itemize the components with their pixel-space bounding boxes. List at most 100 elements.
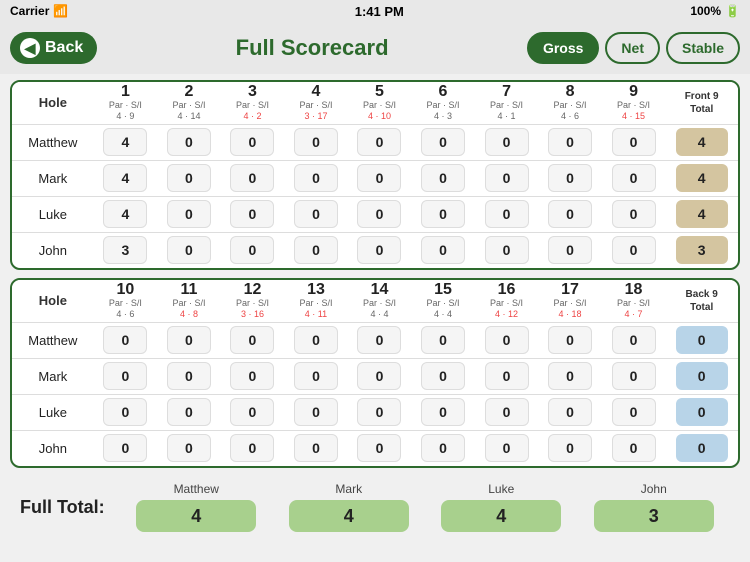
back-john-h15[interactable]: 0: [411, 430, 475, 466]
back-john-h12[interactable]: 0: [221, 430, 285, 466]
front-mark-h5[interactable]: 0: [348, 160, 412, 196]
stable-button[interactable]: Stable: [666, 32, 740, 64]
back-arrow-icon: ◀: [20, 38, 40, 58]
front-john-h5[interactable]: 0: [348, 232, 412, 268]
back-matthew-h11[interactable]: 0: [157, 322, 221, 358]
back-luke-total: 0: [665, 394, 738, 430]
front-matthew-h1[interactable]: 4: [94, 124, 158, 160]
back-matthew-h15[interactable]: 0: [411, 322, 475, 358]
front-matthew-h5[interactable]: 0: [348, 124, 412, 160]
hole-14-header: 14 Par · S/I 4 · 4: [348, 280, 412, 322]
back-mark-h15[interactable]: 0: [411, 358, 475, 394]
front-matthew-h4[interactable]: 0: [284, 124, 348, 160]
front-john-h1[interactable]: 3: [94, 232, 158, 268]
mark-full-total: 4: [289, 500, 409, 532]
back-john-h17[interactable]: 0: [538, 430, 602, 466]
back-nine-section: Hole 10 Par · S/I 4 · 6 11 Par · S/I 4 ·…: [10, 278, 740, 468]
front-john-h8[interactable]: 0: [538, 232, 602, 268]
back-luke-h18[interactable]: 0: [602, 394, 666, 430]
luke-total-section: Luke 4: [425, 482, 578, 532]
front-john-h2[interactable]: 0: [157, 232, 221, 268]
back-matthew-h10[interactable]: 0: [94, 322, 158, 358]
back-matthew-h16[interactable]: 0: [475, 322, 539, 358]
back-john-h10[interactable]: 0: [94, 430, 158, 466]
back-john-h14[interactable]: 0: [348, 430, 412, 466]
front-mark-h9[interactable]: 0: [602, 160, 666, 196]
back-luke-row: Luke 0 0 0 0 0 0 0 0 0 0: [12, 394, 738, 430]
front-mark-h1[interactable]: 4: [94, 160, 158, 196]
back-mark-h14[interactable]: 0: [348, 358, 412, 394]
front-john-h9[interactable]: 0: [602, 232, 666, 268]
front-mark-h7[interactable]: 0: [475, 160, 539, 196]
back-mark-h12[interactable]: 0: [221, 358, 285, 394]
carrier-text: Carrier: [10, 4, 49, 18]
gross-button[interactable]: Gross: [527, 32, 599, 64]
front-mark-total: 4: [665, 160, 738, 196]
front-matthew-h9[interactable]: 0: [602, 124, 666, 160]
net-button[interactable]: Net: [605, 32, 660, 64]
front-matthew-h2[interactable]: 0: [157, 124, 221, 160]
hole-8-header: 8 Par · S/I 4 · 6: [538, 82, 602, 124]
front-john-h4[interactable]: 0: [284, 232, 348, 268]
back-matthew-total: 0: [665, 322, 738, 358]
back-matthew-h13[interactable]: 0: [284, 322, 348, 358]
front-john-h6[interactable]: 0: [411, 232, 475, 268]
back-luke-h12[interactable]: 0: [221, 394, 285, 430]
back-john-h16[interactable]: 0: [475, 430, 539, 466]
back-john-h18[interactable]: 0: [602, 430, 666, 466]
back-luke-name: Luke: [12, 394, 94, 430]
front-mark-h4[interactable]: 0: [284, 160, 348, 196]
back-luke-h13[interactable]: 0: [284, 394, 348, 430]
back-mark-h13[interactable]: 0: [284, 358, 348, 394]
front-matthew-h3[interactable]: 0: [221, 124, 285, 160]
matthew-full-total: 4: [136, 500, 256, 532]
hole-13-header: 13 Par · S/I 4 · 11: [284, 280, 348, 322]
front-matthew-h6[interactable]: 0: [411, 124, 475, 160]
back-button[interactable]: ◀ Back: [10, 32, 97, 64]
front-mark-h3[interactable]: 0: [221, 160, 285, 196]
back-nine-header-row: Hole 10 Par · S/I 4 · 6 11 Par · S/I 4 ·…: [12, 280, 738, 322]
front-luke-h4[interactable]: 0: [284, 196, 348, 232]
front-luke-h7[interactable]: 0: [475, 196, 539, 232]
back-john-h13[interactable]: 0: [284, 430, 348, 466]
back-mark-h11[interactable]: 0: [157, 358, 221, 394]
back-john-h11[interactable]: 0: [157, 430, 221, 466]
back-luke-h10[interactable]: 0: [94, 394, 158, 430]
front-luke-h6[interactable]: 0: [411, 196, 475, 232]
back-mark-h16[interactable]: 0: [475, 358, 539, 394]
front-matthew-h7[interactable]: 0: [475, 124, 539, 160]
front-john-h3[interactable]: 0: [221, 232, 285, 268]
front-luke-h3[interactable]: 0: [221, 196, 285, 232]
back-luke-h14[interactable]: 0: [348, 394, 412, 430]
front-luke-row: Luke 4 0 0 0 0 0 0 0 0 4: [12, 196, 738, 232]
front-luke-h1[interactable]: 4: [94, 196, 158, 232]
front-john-h7[interactable]: 0: [475, 232, 539, 268]
front-matthew-h8[interactable]: 0: [538, 124, 602, 160]
front-mark-h8[interactable]: 0: [538, 160, 602, 196]
back-mark-h18[interactable]: 0: [602, 358, 666, 394]
back-matthew-h18[interactable]: 0: [602, 322, 666, 358]
front-luke-h8[interactable]: 0: [538, 196, 602, 232]
hole-10-header: 10 Par · S/I 4 · 6: [94, 280, 158, 322]
front-mark-h6[interactable]: 0: [411, 160, 475, 196]
status-bar: Carrier 📶 1:41 PM 100% 🔋: [0, 0, 750, 22]
back-luke-h15[interactable]: 0: [411, 394, 475, 430]
hole-6-header: 6 Par · S/I 4 · 3: [411, 82, 475, 124]
back-matthew-h12[interactable]: 0: [221, 322, 285, 358]
front-john-total: 3: [665, 232, 738, 268]
back-luke-h11[interactable]: 0: [157, 394, 221, 430]
full-totals-section: Full Total: Matthew 4 Mark 4 Luke 4 John…: [10, 476, 740, 540]
front-luke-h5[interactable]: 0: [348, 196, 412, 232]
back-luke-h16[interactable]: 0: [475, 394, 539, 430]
front-luke-h9[interactable]: 0: [602, 196, 666, 232]
front-luke-h2[interactable]: 0: [157, 196, 221, 232]
back-hole-label: Hole: [12, 280, 94, 322]
back-luke-h17[interactable]: 0: [538, 394, 602, 430]
back-matthew-h14[interactable]: 0: [348, 322, 412, 358]
back-matthew-h17[interactable]: 0: [538, 322, 602, 358]
back-mark-h10[interactable]: 0: [94, 358, 158, 394]
hole-17-header: 17 Par · S/I 4 · 18: [538, 280, 602, 322]
front-mark-h2[interactable]: 0: [157, 160, 221, 196]
hole-7-header: 7 Par · S/I 4 · 1: [475, 82, 539, 124]
back-mark-h17[interactable]: 0: [538, 358, 602, 394]
